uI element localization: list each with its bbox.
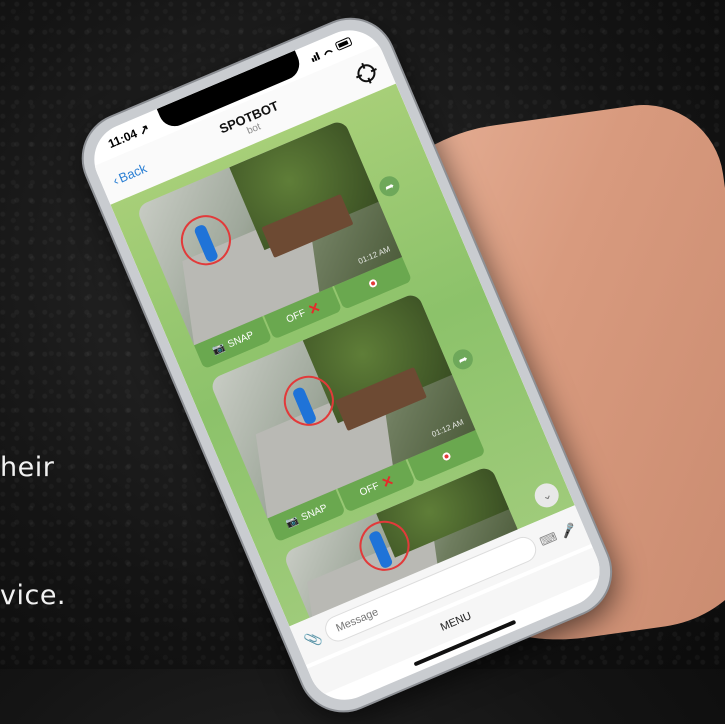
crosshair-icon[interactable] [352,59,381,88]
forward-icon[interactable]: ➦ [449,346,476,373]
paperclip-icon[interactable]: 📎 [302,628,325,650]
camera-icon: 📷 [284,514,301,530]
scroll-down-button[interactable]: ⌄ [530,479,563,512]
forward-icon[interactable]: ➦ [376,173,403,200]
off-label: OFF [357,480,381,499]
record-icon [367,278,379,289]
photo-timestamp: 01:12 AM [356,244,392,266]
photo-timestamp: 01:12 AM [430,417,466,439]
off-label: OFF [284,307,308,326]
background-text-line-1: heir [0,452,55,483]
camera-icon: 📷 [210,341,227,357]
back-button[interactable]: ‹ Back [110,160,148,188]
close-icon: ✕ [305,298,323,318]
snap-label: SNAP [299,502,329,523]
close-icon: ✕ [378,471,396,491]
snap-label: SNAP [226,329,256,350]
back-label: Back [116,160,149,186]
record-icon [441,451,452,462]
keyboard-icon[interactable]: ⌨ [538,529,559,549]
menu-label: MENU [438,610,474,634]
background-text-line-2: vice. [0,580,67,611]
microphone-icon[interactable]: 🎤 [559,521,578,540]
